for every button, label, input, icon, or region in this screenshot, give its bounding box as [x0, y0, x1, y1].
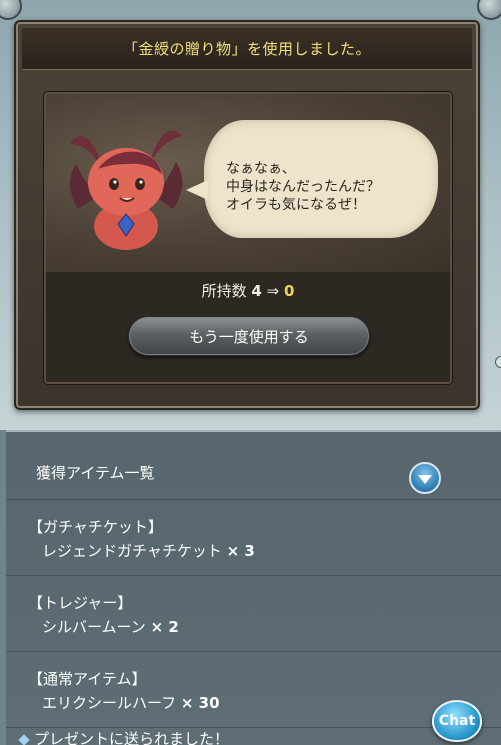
item-name: エリクシールハーフ	[42, 694, 177, 712]
list-header: 獲得アイテム一覧	[6, 432, 501, 500]
owned-count-label: 所持数	[201, 282, 247, 300]
speech-bubble: なぁなぁ、 中身はなんだったんだ？ オイラも気になるぜ！	[186, 120, 438, 238]
item-quantity: × 30	[180, 694, 220, 712]
item-category: 【ガチャチケット】	[28, 518, 163, 536]
owned-count-after: 0	[283, 282, 295, 300]
character-scene: なぁなぁ、 中身はなんだったんだ？ オイラも気になるぜ！	[46, 94, 450, 272]
chevron-down-icon[interactable]	[409, 462, 441, 494]
item-quantity: × 2	[150, 618, 179, 636]
owned-count-before: 4	[251, 282, 262, 300]
dialog-header: 「金綬の贈り物」を使用しました。	[22, 28, 472, 70]
dialog-title: 「金綬の贈り物」を使用しました。	[122, 40, 371, 58]
item-name-row: シルバームーン × 2	[42, 616, 179, 637]
sent-to-present-note: プレゼントに送られました！	[18, 728, 230, 745]
use-again-button[interactable]: もう一度使用する	[128, 316, 370, 356]
obtained-items-list: 獲得アイテム一覧 【ガチャチケット】 レジェンドガチャチケット × 3 【トレジ…	[6, 430, 501, 745]
arrow-icon: ⇒	[266, 282, 280, 300]
item-quantity: × 3	[226, 542, 255, 560]
chat-label: Chat	[438, 713, 476, 729]
dialog-content: なぁなぁ、 中身はなんだったんだ？ オイラも気になるぜ！ 所持数 4 ⇒ 0 も…	[44, 92, 452, 384]
triangle-glyph	[418, 475, 432, 484]
chat-button[interactable]: Chat	[432, 700, 482, 742]
diamond-icon	[18, 733, 30, 745]
list-item: 【トレジャー】 シルバームーン × 2	[6, 576, 501, 652]
item-category: 【通常アイテム】	[28, 670, 147, 688]
item-name: レジェンドガチャチケット	[42, 542, 222, 560]
character-portrait	[69, 130, 183, 250]
item-name-row: レジェンドガチャチケット × 3	[42, 540, 255, 561]
list-item: 【ガチャチケット】 レジェンドガチャチケット × 3	[6, 500, 501, 576]
owned-count: 所持数 4 ⇒ 0	[46, 280, 450, 301]
footer-note-text: プレゼントに送られました！	[34, 730, 230, 745]
list-item: 【通常アイテム】 エリクシールハーフ × 30	[6, 652, 501, 728]
item-name: シルバームーン	[42, 618, 146, 636]
speech-text: なぁなぁ、 中身はなんだったんだ？ オイラも気になるぜ！	[226, 161, 380, 213]
item-category: 【トレジャー】	[28, 594, 133, 612]
list-title: 獲得アイテム一覧	[36, 464, 155, 482]
item-used-dialog: 「金綬の贈り物」を使用しました。 なぁなぁ、 中身はなんだったんだ？ オイラも気…	[14, 20, 480, 410]
edge-ornament	[495, 356, 501, 368]
item-name-row: エリクシールハーフ × 30	[42, 692, 220, 713]
